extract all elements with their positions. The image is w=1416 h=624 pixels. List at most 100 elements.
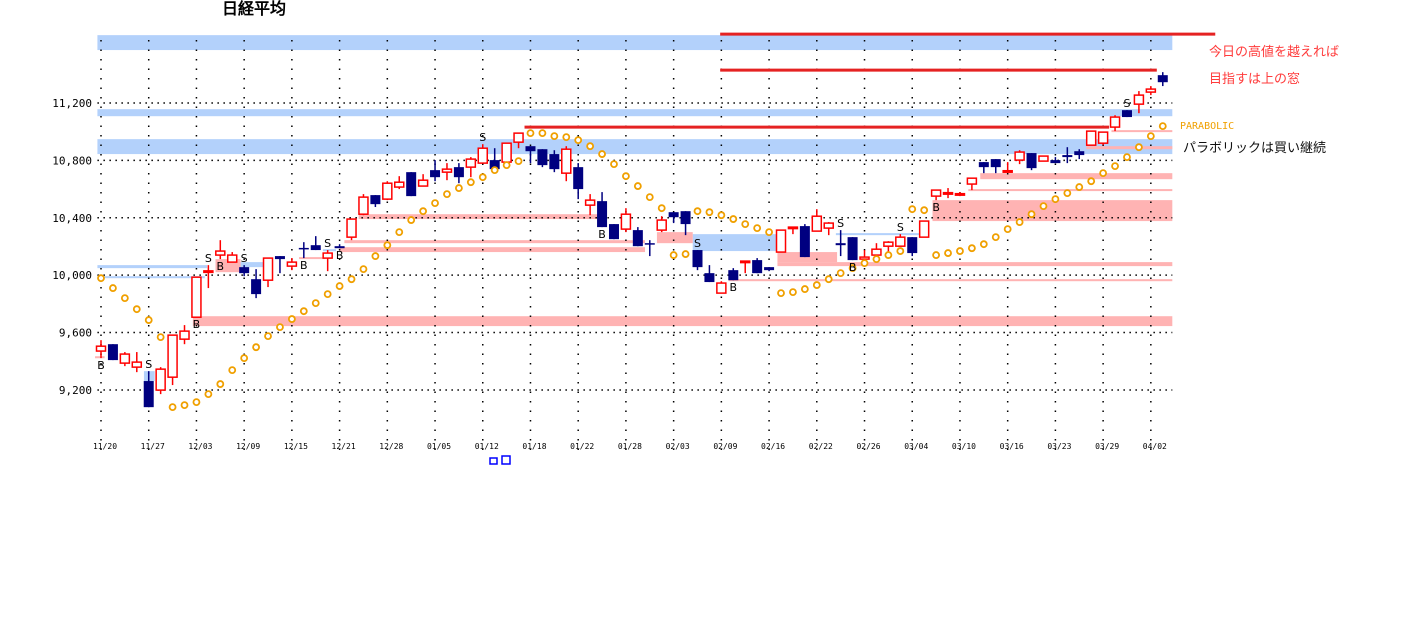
parabolic-sar-dot [443,190,451,199]
candle-up [179,330,190,340]
candle-up [501,142,512,163]
support-band [358,214,599,220]
resistance-band [97,265,208,269]
parabolic-sar-dot [1123,153,1131,161]
candle-down [251,279,262,295]
parabolic-sar-dot [645,193,654,202]
candle-down [978,162,989,168]
candle-down [549,154,560,170]
parabolic-sar-dot [1003,225,1012,234]
sell-signal: S [694,237,701,250]
annotation-target: 目指すは上の窓 [1209,72,1301,87]
parabolic-sar-dot [359,265,368,274]
parabolic-sar-dot [884,251,893,259]
buy-signal: B [849,261,857,274]
y-tick-label: 10,000 [52,269,92,282]
buy-signal: B [932,201,940,214]
x-tick-label: 02/16 [761,442,785,451]
support-band [980,173,1173,180]
parabolic-sar-dot [204,390,213,399]
buy-signal: B [300,259,308,272]
candle-up [286,261,298,267]
parabolic-sar-dot [168,403,177,412]
candle-up [262,257,274,281]
candle-up [155,368,166,391]
candle-up [1109,116,1121,128]
candlestick-chart: 9,200 9,600 10,000 10,400 10,800 11,200 11/20 1… [52,32,1216,465]
candle-down [1157,75,1168,83]
parabolic-sar-dot [490,166,499,175]
buy-signal: B [97,359,105,372]
candle-down [453,167,464,178]
parabolic-sar-dot [1135,143,1143,152]
candle-up [787,226,799,230]
volume-bar-fragment [489,457,498,465]
parabolic-sar-dot [1146,132,1155,141]
parabolic-sar-dot [967,244,976,253]
candle-up [465,158,477,168]
support-band [1111,130,1173,133]
candle-up [346,218,357,238]
parabolic-sar-dot [872,255,881,263]
candle-up [191,276,202,318]
candle-up [1145,88,1157,93]
x-tick-label: 11/27 [141,442,165,451]
parabolic-sar-dot [228,366,237,375]
candle-down [370,195,381,205]
candle-up [131,361,143,368]
candle-down [525,146,536,152]
parabolic-sar-dot [526,129,535,138]
candle-down [1062,155,1073,158]
parabolic-sar-dot [240,354,249,362]
parabolic-legend: PARABOLIC [1180,121,1235,132]
candle-up [215,250,226,256]
candle-up [441,168,453,173]
candle-down [907,237,918,254]
candle-down [1121,110,1132,118]
candle-up [382,182,393,200]
parabolic-sar-dot [431,199,439,208]
candle-down [1074,151,1085,156]
candle-up [775,229,787,253]
candle-up [656,219,667,231]
parabolic-sar-dot [383,241,392,250]
parabolic-sar-dot [538,129,547,138]
sell-signal: S [205,252,212,265]
parabolic-sar-dot [669,251,678,259]
candle-down [644,243,655,245]
parabolic-sar-dot [454,184,463,192]
candle-down [597,201,608,228]
parabolic-sar-dot [741,220,750,228]
sell-signal: S [1123,97,1130,110]
parabolic-sar-dot [371,252,380,260]
resistance-band [97,35,1173,51]
parabolic-sar-dot [574,136,583,145]
parabolic-sar-dot [216,380,225,388]
parabolic-sar-dot [1087,177,1096,186]
parabolic-sar-dot [657,204,666,213]
candle-down [430,170,441,178]
candle-down [668,212,679,218]
parabolic-sar-dot [633,182,642,190]
x-tick-label: 12/09 [236,442,260,451]
x-tick-label: 12/15 [284,442,308,451]
sell-signal: S [241,252,248,265]
parabolic-sar-dot [335,282,344,290]
candle-up [823,222,834,229]
x-tick-label: 03/04 [904,442,928,451]
x-tick-label: 01/28 [618,442,642,451]
candle-up [954,192,966,196]
resistance-band [97,276,205,279]
candle-up [477,147,489,164]
candle-up [119,353,131,364]
parabolic-sar-dot [395,228,404,237]
candle-up [322,252,333,259]
parabolic-sar-dot [502,161,511,170]
support-band [192,316,1173,327]
parabolic-sar-dot [789,288,797,296]
candle-down [752,260,763,274]
parabolic-sar-dot [824,275,833,284]
candle-up [167,334,178,378]
x-tick-label: 01/22 [570,442,594,451]
x-tick-label: 03/10 [952,442,976,451]
